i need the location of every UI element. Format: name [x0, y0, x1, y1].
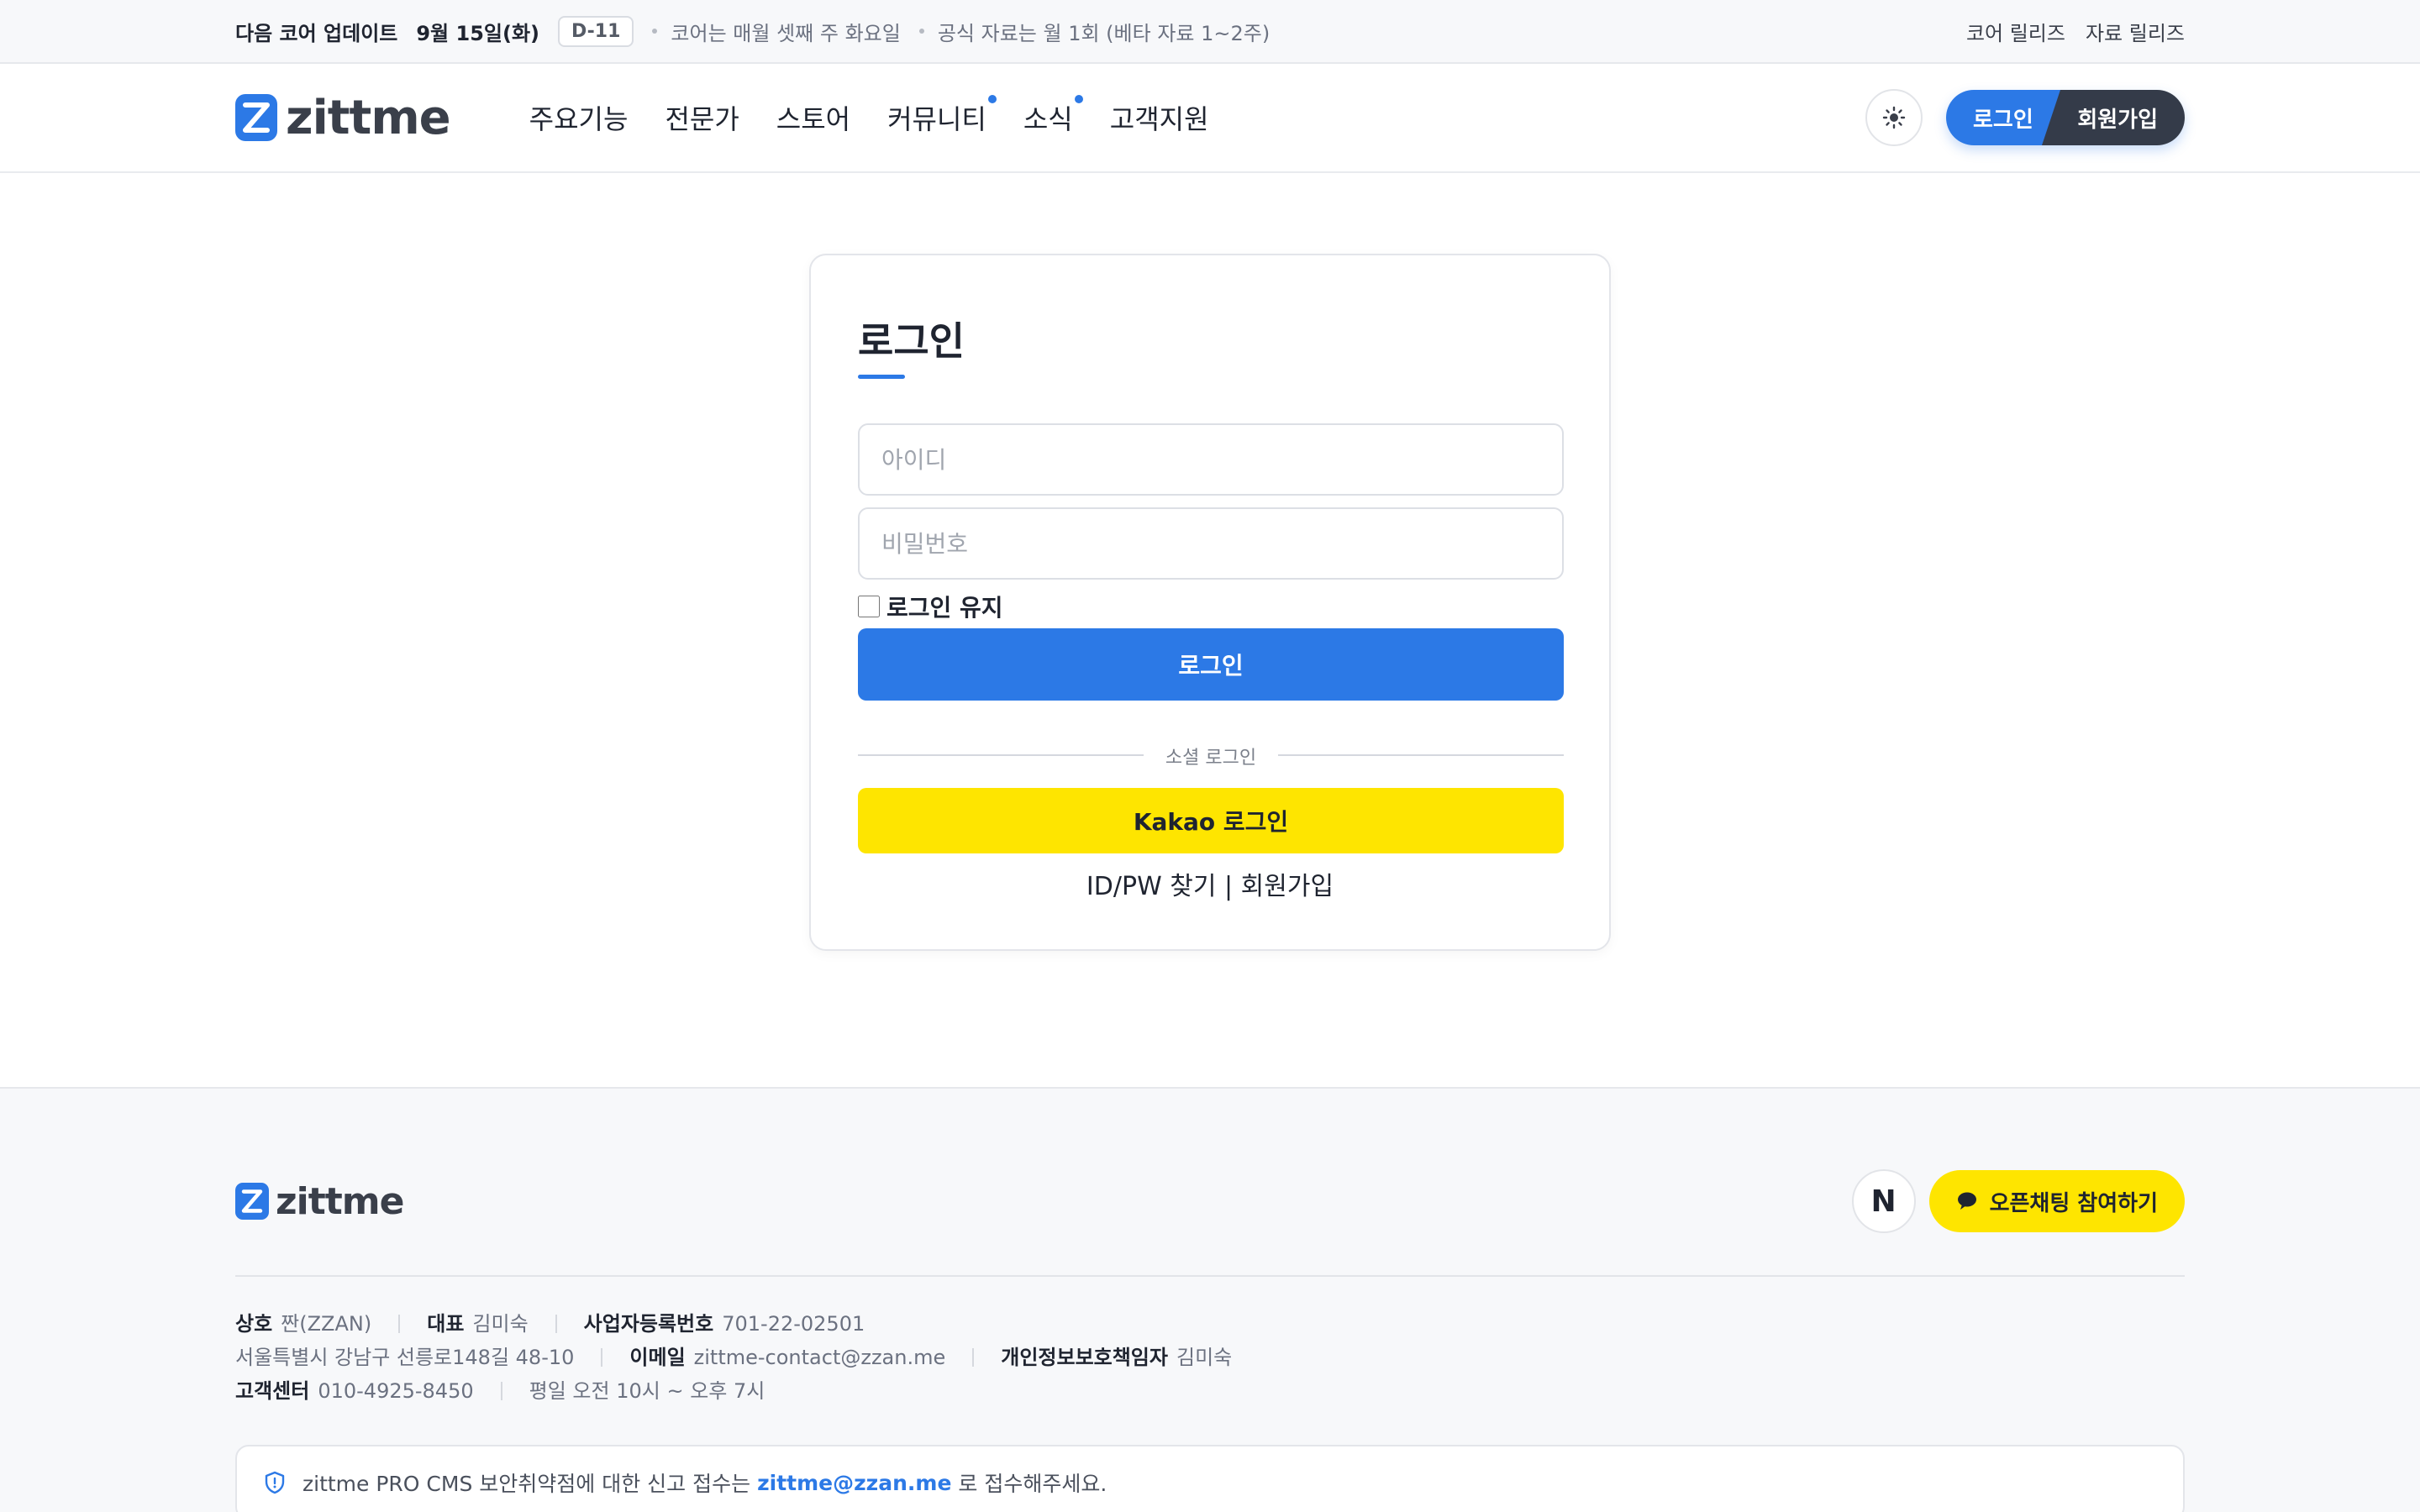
- company-value: 짠(ZZAN): [281, 1312, 372, 1336]
- ceo-key: 대표: [427, 1312, 465, 1336]
- theme-toggle-button[interactable]: [1865, 89, 1923, 146]
- security-notice: zittme PRO CMS 보안취약점에 대한 신고 접수는 zittme@z…: [235, 1445, 2185, 1512]
- find-signup-links[interactable]: ID/PW 찾기 | 회원가입: [811, 865, 1609, 902]
- kakao-login-button[interactable]: Kakao 로그인: [858, 788, 1564, 853]
- update-note-resource: 공식 자료는 월 1회 (베타 자료 1~2주): [937, 21, 1270, 45]
- notice-text-pre: zittme PRO CMS 보안취약점에 대한 신고 접수는: [302, 1472, 751, 1496]
- footer-divider: [235, 1275, 2185, 1277]
- nav-news[interactable]: 소식: [1023, 95, 1083, 137]
- resource-release-link[interactable]: 자료 릴리즈: [2086, 17, 2185, 46]
- sun-icon: [1882, 106, 1906, 129]
- title-underline: [858, 375, 905, 379]
- bullet-dot: [652, 29, 658, 34]
- biz-number-key: 사업자등록번호: [583, 1312, 714, 1336]
- social-login-label: 소셜 로그인: [1165, 748, 1257, 769]
- business-hours: 평일 오전 10시 ~ 오후 7시: [529, 1379, 765, 1403]
- nav-support[interactable]: 고객지원: [1110, 98, 1209, 137]
- footer-logo-text: zittme: [276, 1179, 404, 1223]
- remember-checkbox[interactable]: [858, 596, 880, 617]
- update-date: 9월 15일(화): [416, 21, 539, 45]
- new-indicator-dot: [1074, 95, 1083, 103]
- login-card: 로그인 로그인 유지 로그인 소셜 로그인 Kakao 로그인 ID/PW 찾기…: [809, 254, 1611, 951]
- header-signup-button[interactable]: 회원가입: [2042, 90, 2185, 145]
- nav-features[interactable]: 주요기능: [529, 98, 629, 137]
- update-notice-bar: 다음 코어 업데이트 9월 15일(화) D-11 코어는 매월 셋째 주 화요…: [0, 0, 2420, 64]
- customer-center-key: 고객센터: [235, 1379, 310, 1403]
- remember-login[interactable]: 로그인 유지: [858, 590, 1003, 623]
- company-info: 상호 짠(ZZAN) 대표 김미숙 사업자등록번호 701-22-02501 서…: [235, 1307, 1232, 1408]
- biz-number-value: 701-22-02501: [722, 1312, 865, 1336]
- remember-label: 로그인 유지: [886, 594, 1003, 622]
- email-key: 이메일: [629, 1346, 686, 1369]
- login-submit-button[interactable]: 로그인: [858, 628, 1564, 701]
- ceo-value: 김미숙: [472, 1312, 529, 1336]
- update-note-core: 코어는 매월 셋째 주 화요일: [671, 21, 901, 45]
- bullet-dot: [918, 29, 924, 34]
- social-divider: 소셜 로그인: [858, 743, 1564, 769]
- site-logo[interactable]: zittme: [235, 90, 451, 145]
- nav-community[interactable]: 커뮤니티: [887, 95, 997, 137]
- main-nav: 주요기능 전문가 스토어 커뮤니티 소식 고객지원: [529, 95, 1209, 137]
- dday-badge: D-11: [558, 15, 634, 47]
- privacy-officer-key: 개인정보보호책임자: [1001, 1346, 1168, 1369]
- privacy-officer-value: 김미숙: [1176, 1346, 1233, 1369]
- logo-text: zittme: [286, 90, 451, 145]
- auth-button-group: 로그인 회원가입: [1946, 90, 2185, 145]
- email-value[interactable]: zittme-contact@zzan.me: [694, 1341, 946, 1374]
- footer-logo[interactable]: zittme: [235, 1179, 404, 1223]
- nav-community-label: 커뮤니티: [887, 103, 986, 135]
- login-title: 로그인: [858, 318, 965, 364]
- nav-experts[interactable]: 전문가: [665, 98, 739, 137]
- shield-icon: [265, 1471, 285, 1494]
- customer-center-value: 010-4925-8450: [318, 1379, 474, 1403]
- core-release-link[interactable]: 코어 릴리즈: [1966, 17, 2065, 46]
- company-key: 상호: [235, 1312, 273, 1336]
- site-header: zittme 주요기능 전문가 스토어 커뮤니티 소식 고객지원 로그인 회원가…: [0, 64, 2420, 173]
- username-input[interactable]: [858, 423, 1564, 496]
- password-input[interactable]: [858, 507, 1564, 580]
- logo-mark-icon: [235, 1183, 269, 1220]
- site-footer: zittme N 오픈채팅 참여하기 상호 짠(ZZAN) 대표 김미숙 사업자…: [0, 1087, 2420, 1512]
- logo-mark-icon: [235, 94, 277, 141]
- notice-text-post: 로 접수해주세요.: [958, 1472, 1107, 1496]
- notice-email-link[interactable]: zittme@zzan.me: [757, 1471, 951, 1495]
- nav-store[interactable]: 스토어: [776, 98, 850, 137]
- update-label: 다음 코어 업데이트: [235, 21, 398, 45]
- chat-bubble-icon: [1957, 1192, 1976, 1210]
- address: 서울특별시 강남구 선릉로148길 48-10: [235, 1346, 575, 1369]
- open-chat-label: 오픈채팅 참여하기: [1989, 1190, 2158, 1216]
- naver-blog-button[interactable]: N: [1851, 1169, 1916, 1233]
- nav-news-label: 소식: [1023, 103, 1073, 135]
- new-indicator-dot: [987, 95, 997, 103]
- open-chat-button[interactable]: 오픈채팅 참여하기: [1928, 1170, 2185, 1232]
